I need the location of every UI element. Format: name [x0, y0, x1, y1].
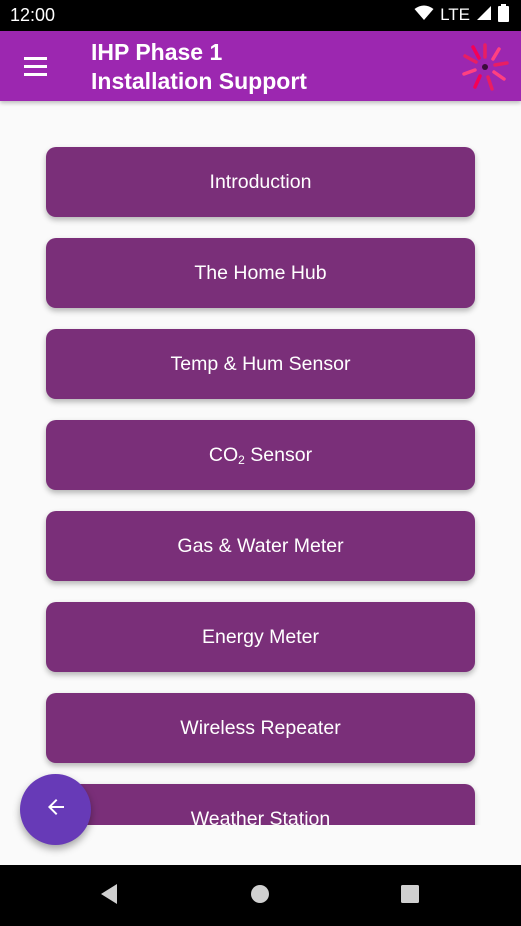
co2-sensor-label: CO2 Sensor — [208, 443, 313, 467]
home-circle-icon — [250, 884, 270, 909]
nav-recents-button[interactable] — [393, 879, 427, 913]
temp-hum-sensor-button[interactable]: Temp & Hum Sensor — [46, 329, 475, 399]
menu-button[interactable] — [14, 45, 56, 87]
status-time: 12:00 — [10, 5, 56, 25]
status-bar: 12:00 LTE — [0, 0, 521, 31]
co2-sensor-button[interactable]: CO2 Sensor — [46, 420, 475, 490]
nav-home-button[interactable] — [243, 879, 277, 913]
recents-square-icon — [401, 884, 419, 908]
nav-back-button[interactable] — [92, 879, 126, 913]
main-content[interactable]: Introduction The Home Hub Temp & Hum Sen… — [0, 101, 521, 825]
wireless-repeater-button[interactable]: Wireless Repeater — [46, 693, 475, 763]
title-line-1: IHP Phase 1 — [91, 39, 223, 65]
back-triangle-icon — [99, 883, 119, 910]
sunburst-logo-icon — [459, 41, 511, 93]
back-fab-button[interactable] — [20, 774, 91, 845]
introduction-button[interactable]: Introduction — [46, 147, 475, 217]
battery-icon — [498, 3, 509, 27]
status-icons: LTE — [414, 3, 509, 27]
app-bar: IHP Phase 1 Installation Support — [0, 31, 521, 101]
system-nav-bar — [0, 865, 521, 926]
wifi-icon — [414, 5, 434, 26]
weather-station-button[interactable]: Weather Station — [46, 784, 475, 825]
section-menu-list: Introduction The Home Hub Temp & Hum Sen… — [46, 147, 475, 825]
home-hub-button[interactable]: The Home Hub — [46, 238, 475, 308]
gas-water-meter-button[interactable]: Gas & Water Meter — [46, 511, 475, 581]
energy-meter-button[interactable]: Energy Meter — [46, 602, 475, 672]
page-title: IHP Phase 1 Installation Support — [91, 38, 411, 96]
title-line-2: Installation Support — [91, 68, 307, 94]
arrow-left-icon — [44, 795, 68, 824]
signal-icon — [476, 5, 492, 26]
network-type-label: LTE — [440, 5, 470, 24]
hamburger-menu-icon — [14, 45, 56, 87]
